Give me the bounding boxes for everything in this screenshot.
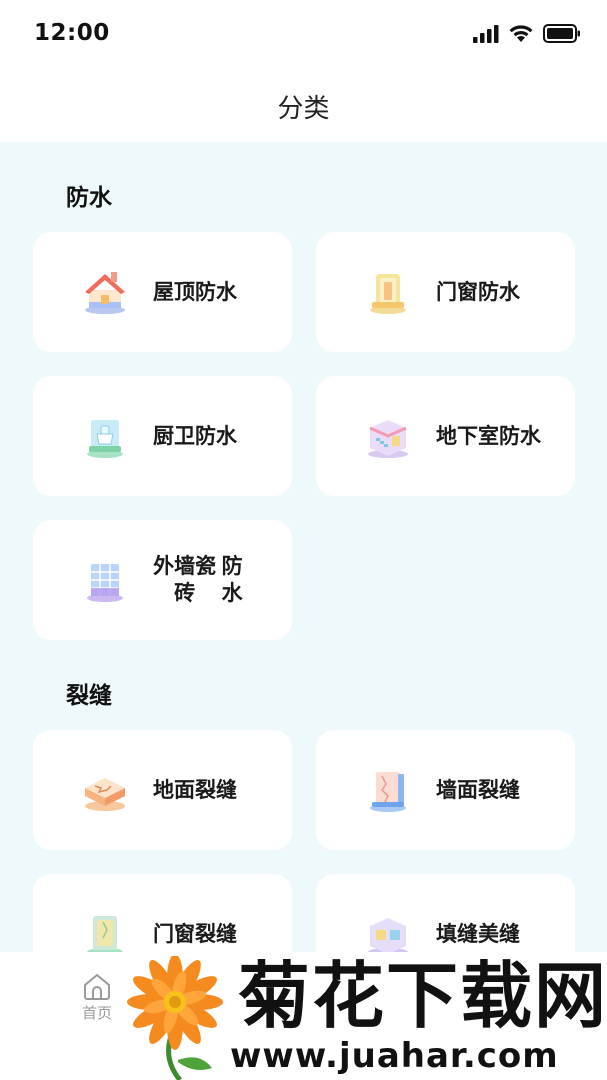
section-title-waterproof: 防水 — [66, 185, 112, 211]
status-icons — [473, 24, 581, 43]
floor-crack-icon — [85, 778, 125, 811]
battery-icon — [543, 24, 580, 43]
category-label: 屋顶防水 — [153, 279, 237, 304]
category-label: 厨卫防水 — [153, 423, 237, 448]
page-title: 分类 — [277, 94, 330, 124]
category-card-door-window-waterproof[interactable]: 门窗防水 — [316, 232, 575, 352]
tab-home[interactable]: 首页 — [72, 972, 122, 1023]
category-label: 地面裂缝 — [153, 777, 237, 802]
category-card-bathroom-waterproof[interactable]: 厨卫防水 — [33, 376, 292, 496]
bathroom-icon — [87, 420, 123, 458]
basement-icon — [368, 420, 408, 458]
category-label: 墙面裂缝 — [436, 777, 520, 802]
category-label: 填缝美缝 — [436, 921, 520, 946]
category-card-tile-grout[interactable]: 填缝美缝 — [316, 874, 575, 952]
status-bar: 12:00 — [0, 0, 607, 70]
category-label: 外墙瓷砖 防水 — [153, 520, 248, 640]
category-card-wall-tiles-waterproof[interactable]: 外墙瓷砖 防水 — [33, 520, 292, 640]
nav-bar: 分类 — [0, 70, 607, 142]
signal-icon — [473, 24, 499, 43]
category-card-door-crack[interactable]: 门窗裂缝 — [33, 874, 292, 952]
wall-tiles-icon — [87, 564, 123, 602]
category-label-line: 防水 — [221, 554, 243, 605]
door-crack-icon — [87, 916, 123, 952]
watermark: 菊花下载网 www.juahar.com — [120, 952, 607, 1080]
watermark-title: 菊花下载网 — [238, 954, 607, 1038]
category-card-floor-crack[interactable]: 地面裂缝 — [33, 730, 292, 850]
section-title-cracks: 裂缝 — [66, 683, 112, 709]
category-label: 门窗防水 — [436, 279, 520, 304]
tile-grout-icon — [368, 918, 408, 952]
home-icon — [84, 973, 110, 1000]
house-roof-icon — [85, 272, 125, 314]
category-card-wall-crack[interactable]: 墙面裂缝 — [316, 730, 575, 850]
wifi-icon — [509, 25, 533, 42]
category-label-line: 外墙瓷砖 — [153, 554, 217, 605]
watermark-url: www.juahar.com — [230, 1036, 559, 1076]
category-card-basement-waterproof[interactable]: 地下室防水 — [316, 376, 575, 496]
category-content[interactable]: 防水 屋顶防水 门窗防水 厨卫防水 地下室防水 外墙瓷砖 防水 裂缝 地面裂缝 … — [0, 142, 607, 952]
door-window-icon — [370, 274, 406, 314]
flower-logo-icon — [127, 956, 223, 1080]
wall-crack-icon — [370, 772, 406, 812]
status-time: 12:00 — [34, 20, 110, 46]
category-label: 地下室防水 — [436, 423, 541, 448]
category-label: 门窗裂缝 — [153, 921, 237, 946]
tab-home-label: 首页 — [81, 1004, 112, 1022]
category-card-roof-waterproof[interactable]: 屋顶防水 — [33, 232, 292, 352]
